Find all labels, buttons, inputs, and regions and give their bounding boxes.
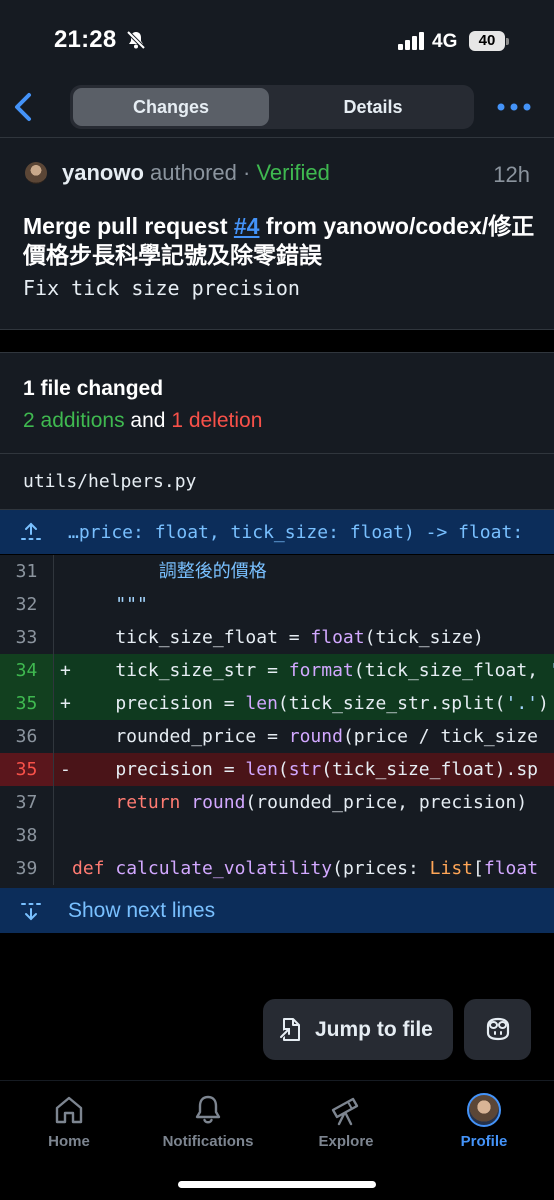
signal-icon: [398, 32, 424, 50]
separator: ·: [243, 160, 251, 185]
code-line: rounded_price = round(price / tick_size: [72, 726, 539, 747]
show-next-lines-button[interactable]: Show next lines: [0, 888, 554, 933]
line-number: 38: [0, 819, 54, 852]
line-number: 35: [0, 687, 54, 720]
diff-row-deleted: 35 - precision = len(str(tick_size_float…: [0, 753, 554, 786]
copilot-icon: [486, 1017, 510, 1041]
line-number: 34: [0, 654, 54, 687]
commit-age: 12h: [493, 162, 530, 187]
additions-count: 2 additions: [23, 409, 125, 432]
tab-notifications-label: Notifications: [162, 1133, 254, 1150]
diff-row: 39 def calculate_volatility(prices: List…: [0, 852, 554, 885]
tab-changes[interactable]: Changes: [73, 88, 269, 126]
changes-summary: 1 file changed 2 additions and 1 deletio…: [0, 352, 554, 454]
home-icon: [55, 1096, 83, 1124]
bell-slash-icon: [126, 30, 146, 50]
line-number: 32: [0, 588, 54, 621]
tab-notifications[interactable]: Notifications: [148, 1093, 268, 1157]
line-number: 36: [0, 720, 54, 753]
battery-cap: [506, 38, 509, 45]
author-avatar[interactable]: [25, 162, 47, 184]
commit-header: yanowo authored · Verified 12h Merge pul…: [0, 138, 554, 330]
back-chevron-icon[interactable]: [10, 92, 38, 122]
author-name[interactable]: yanowo: [62, 160, 144, 185]
code-line: tick_size_str = format(tick_size_float, …: [72, 660, 554, 681]
deletions-count: 1 deletion: [171, 409, 263, 432]
hunk-context: …price: float, tick_size: float) -> floa…: [68, 522, 524, 543]
diff-row: 38: [0, 819, 554, 852]
code-line: 調整後的價格: [72, 561, 267, 582]
diff-view: 31 調整後的價格 32 """ 33 tick_size_float = fl…: [0, 555, 554, 888]
line-number: 33: [0, 621, 54, 654]
line-number: 31: [0, 555, 54, 588]
code-line: precision = len(str(tick_size_float).sp: [72, 759, 539, 780]
expand-down-icon: [21, 903, 41, 921]
profile-avatar: [467, 1093, 501, 1127]
code-line: def calculate_volatility(prices: List[fl…: [72, 858, 539, 879]
code-line: precision = len(tick_size_str.split('.'): [72, 693, 549, 714]
clock: 21:28: [54, 26, 117, 53]
expand-up-icon[interactable]: [20, 522, 42, 542]
and-text: and: [130, 409, 166, 432]
jump-to-file-button[interactable]: Jump to file: [263, 999, 453, 1060]
line-number: 39: [0, 852, 54, 885]
diff-row: 33 tick_size_float = float(tick_size): [0, 621, 554, 654]
diff-row-added: 34 + tick_size_str = format(tick_size_fl…: [0, 654, 554, 687]
line-number: 37: [0, 786, 54, 819]
copilot-button[interactable]: [464, 999, 531, 1060]
nav-bar: Changes Details: [0, 80, 554, 138]
authored-text: authored: [150, 160, 237, 185]
author-line: yanowo authored · Verified: [62, 160, 330, 186]
hunk-header[interactable]: …price: float, tick_size: float) -> floa…: [0, 510, 554, 554]
code-line: tick_size_float = float(tick_size): [72, 627, 484, 648]
commit-description: Fix tick size precision: [23, 276, 300, 300]
file-header[interactable]: utils/helpers.py: [0, 454, 554, 510]
network-type: 4G: [432, 31, 458, 52]
tab-explore-label: Explore: [318, 1133, 374, 1150]
battery-icon: 40: [469, 31, 505, 51]
show-next-lines-label: Show next lines: [68, 899, 216, 922]
status-bar: 21:28 4G 40: [0, 0, 554, 80]
line-number: 35: [0, 753, 54, 786]
verified-badge[interactable]: Verified: [256, 160, 329, 185]
bell-icon: [195, 1095, 221, 1124]
pull-request-link[interactable]: #4: [234, 213, 260, 239]
code-line: return round(rounded_price, precision): [115, 792, 528, 813]
tab-profile[interactable]: Profile: [424, 1093, 544, 1157]
commit-title-prefix: Merge pull request: [23, 213, 234, 239]
code-line: """: [72, 594, 148, 615]
files-changed-count: 1 file changed: [23, 377, 164, 400]
tab-explore[interactable]: Explore: [286, 1093, 406, 1157]
commit-title: Merge pull request #4 from yanowo/codex/…: [23, 212, 543, 270]
diff-row: 31 調整後的價格: [0, 555, 554, 588]
tab-profile-label: Profile: [460, 1133, 508, 1150]
home-indicator: [178, 1181, 376, 1188]
diff-row: 37 return round(rounded_price, precision…: [0, 786, 554, 819]
more-options-icon[interactable]: [496, 100, 532, 114]
diff-row: 36 rounded_price = round(price / tick_si…: [0, 720, 554, 753]
diff-row-added: 35 + precision = len(tick_size_str.split…: [0, 687, 554, 720]
segmented-control: Changes Details: [70, 85, 474, 129]
tab-home[interactable]: Home: [9, 1093, 129, 1157]
file-path: utils/helpers.py: [23, 471, 197, 492]
tab-details[interactable]: Details: [275, 88, 471, 126]
telescope-icon: [331, 1097, 359, 1126]
tab-home-label: Home: [48, 1133, 90, 1150]
additions-deletions-line: 2 additions and 1 deletion: [23, 409, 262, 433]
diff-row: 32 """: [0, 588, 554, 621]
jump-to-file-label: Jump to file: [315, 1018, 433, 1041]
file-jump-icon: [279, 1018, 300, 1041]
